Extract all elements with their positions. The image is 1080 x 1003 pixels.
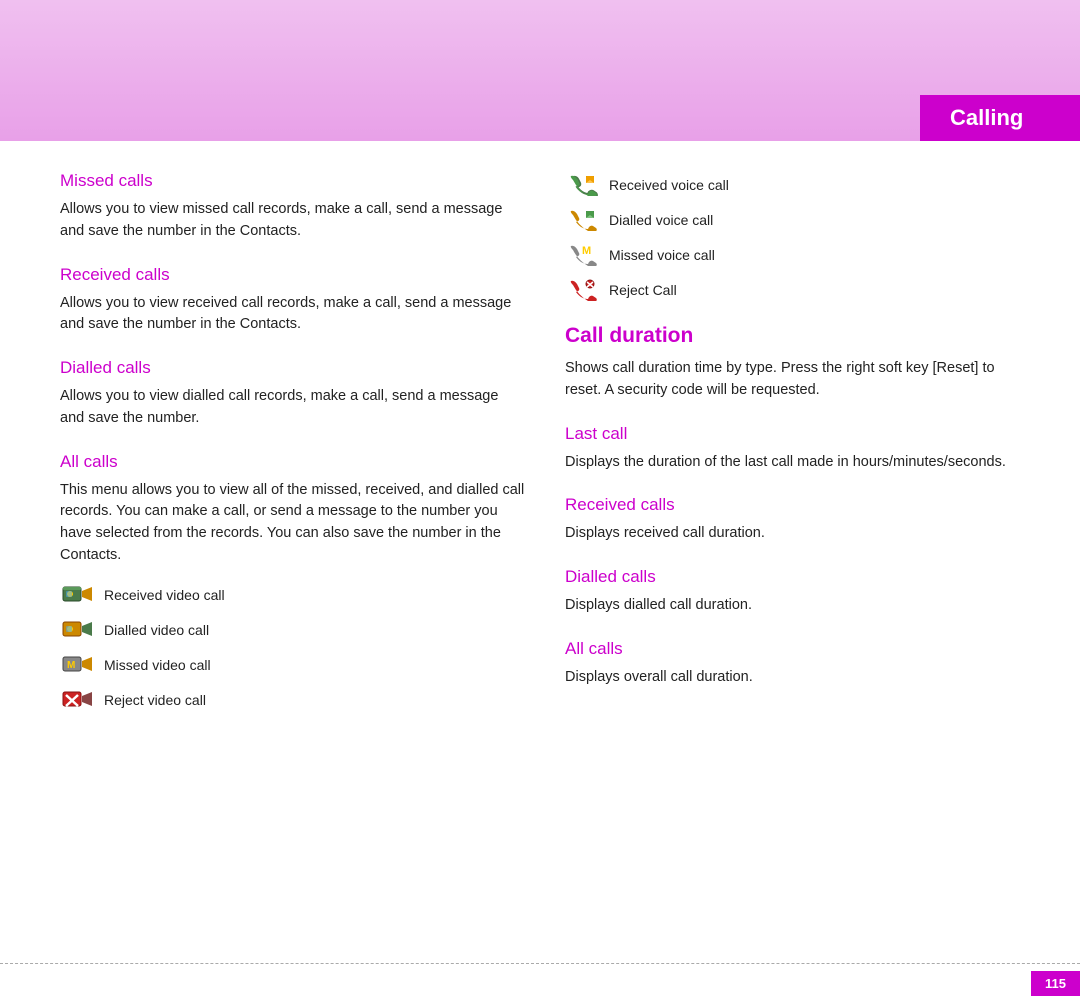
last-call-body: Displays the duration of the last call m… (565, 452, 1030, 474)
dialled-video-label: Dialled video call (104, 622, 209, 638)
dialled-calls-title: Dialled calls (60, 358, 525, 378)
received-voice-label: Received voice call (609, 177, 729, 193)
reject-call-icon (565, 276, 601, 304)
dialled-voice-icon (565, 206, 601, 234)
right-icon-list: Received voice call Dialled voice call (565, 171, 1030, 304)
footer: 115 (0, 963, 1080, 1003)
received-calls-title: Received calls (60, 265, 525, 285)
missed-video-icon: M (60, 651, 96, 679)
list-item: Dialled video call (60, 616, 525, 644)
received-calls-body: Allows you to view received call records… (60, 293, 525, 337)
list-item: M Missed video call (60, 651, 525, 679)
page-title: Calling (950, 105, 1023, 130)
dialled-voice-label: Dialled voice call (609, 212, 713, 228)
list-item: Received voice call (565, 171, 1030, 199)
missed-voice-label: Missed voice call (609, 247, 715, 263)
list-item: Received video call (60, 581, 525, 609)
list-item: Reject video call (60, 686, 525, 714)
page-number: 115 (1031, 971, 1080, 996)
top-banner: Calling (0, 0, 1080, 141)
svg-text:M: M (67, 660, 75, 671)
reject-video-label: Reject video call (104, 692, 206, 708)
received-voice-icon (565, 171, 601, 199)
main-content: Missed calls Allows you to view missed c… (0, 141, 1080, 751)
all-calls-body: This menu allows you to view all of the … (60, 480, 525, 567)
received-calls-duration-title: Received calls (565, 495, 1030, 515)
call-duration-body: Shows call duration time by type. Press … (565, 358, 1030, 402)
left-column: Missed calls Allows you to view missed c… (60, 171, 525, 721)
left-icon-list: Received video call Dialled video call (60, 581, 525, 714)
missed-video-label: Missed video call (104, 657, 211, 673)
all-calls-title: All calls (60, 452, 525, 472)
received-video-icon (60, 581, 96, 609)
dialled-video-icon (60, 616, 96, 644)
received-calls-duration-body: Displays received call duration. (565, 523, 1030, 545)
dialled-calls-duration-body: Displays dialled call duration. (565, 595, 1030, 617)
list-item: M Missed voice call (565, 241, 1030, 269)
all-calls-duration-body: Displays overall call duration. (565, 667, 1030, 689)
call-duration-title: Call duration (565, 324, 1030, 348)
missed-calls-body: Allows you to view missed call records, … (60, 199, 525, 243)
list-item: Reject Call (565, 276, 1030, 304)
dialled-calls-body: Allows you to view dialled call records,… (60, 386, 525, 430)
reject-video-icon (60, 686, 96, 714)
list-item: Dialled voice call (565, 206, 1030, 234)
dialled-calls-duration-title: Dialled calls (565, 567, 1030, 587)
reject-call-label: Reject Call (609, 282, 677, 298)
right-column: Received voice call Dialled voice call (565, 171, 1030, 721)
missed-voice-icon: M (565, 241, 601, 269)
title-box: Calling (920, 95, 1080, 141)
all-calls-duration-title: All calls (565, 639, 1030, 659)
last-call-title: Last call (565, 424, 1030, 444)
svg-text:M: M (582, 245, 591, 257)
received-video-label: Received video call (104, 587, 225, 603)
missed-calls-title: Missed calls (60, 171, 525, 191)
